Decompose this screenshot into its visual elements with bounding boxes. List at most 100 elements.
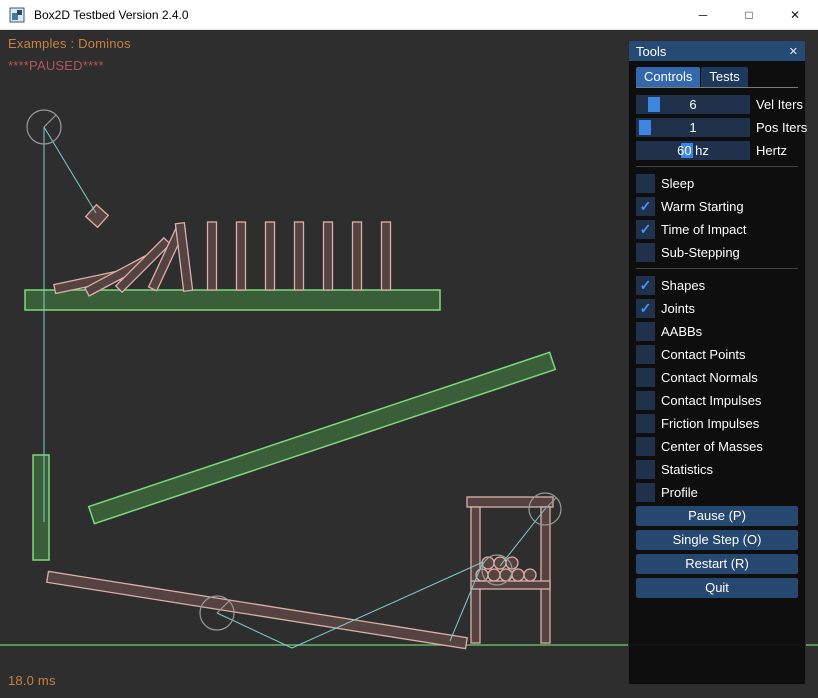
ball [500, 569, 512, 581]
restart-button[interactable]: Restart (R) [636, 554, 798, 574]
checkbox-sub-stepping[interactable]: ✓ Sub-Stepping [636, 243, 798, 262]
tab-controls[interactable]: Controls [636, 67, 700, 87]
slider-row-hertz: 60 hz Hertz [636, 141, 798, 160]
checkbox-box[interactable]: ✓ [636, 299, 655, 318]
domino [324, 222, 333, 290]
checkbox-box[interactable]: ✓ [636, 345, 655, 364]
check-icon: ✓ [640, 299, 652, 318]
checkbox-shapes[interactable]: ✓ Shapes [636, 276, 798, 295]
window-title: Box2D Testbed Version 2.4.0 [34, 8, 189, 22]
checkbox-box[interactable]: ✓ [636, 391, 655, 410]
checkbox-label: Warm Starting [661, 199, 744, 214]
checkbox-label: AABBs [661, 324, 702, 339]
vertical-post [33, 455, 49, 560]
checkbox-contact-points[interactable]: ✓ Contact Points [636, 345, 798, 364]
checkbox-label: Joints [661, 301, 695, 316]
checkbox-box[interactable]: ✓ [636, 174, 655, 193]
single-step-button[interactable]: Single Step (O) [636, 530, 798, 550]
quit-button[interactable]: Quit [636, 578, 798, 598]
frame-top-bar [467, 497, 553, 507]
window-titlebar[interactable]: Box2D Testbed Version 2.4.0 ─ □ ✕ [0, 0, 818, 30]
ball [488, 569, 500, 581]
checkbox-box[interactable]: ✓ [636, 368, 655, 387]
checkbox-label: Profile [661, 485, 698, 500]
app-icon [9, 7, 25, 23]
tools-panel: Tools ✕ Controls Tests 6 Vel Iters 1 [628, 40, 806, 685]
checkbox-joints[interactable]: ✓ Joints [636, 299, 798, 318]
bottom-plank [47, 571, 468, 648]
check-icon: ✓ [640, 276, 652, 295]
checkbox-statistics[interactable]: ✓ Statistics [636, 460, 798, 479]
checkbox-box[interactable]: ✓ [636, 483, 655, 502]
pause-button[interactable]: Pause (P) [636, 506, 798, 526]
close-button[interactable]: ✕ [772, 0, 818, 29]
checkbox-time-of-impact[interactable]: ✓ Time of Impact [636, 220, 798, 239]
frame-time-label: 18.0 ms [8, 673, 56, 688]
example-label: Examples : Dominos [8, 36, 131, 51]
domino [237, 222, 246, 290]
domino [353, 222, 362, 290]
checkbox-box[interactable]: ✓ [636, 322, 655, 341]
checkbox-label: Shapes [661, 278, 705, 293]
checkbox-label: Center of Masses [661, 439, 763, 454]
vel-iters-slider[interactable]: 6 [636, 95, 750, 114]
checkbox-box[interactable]: ✓ [636, 460, 655, 479]
checkbox-contact-normals[interactable]: ✓ Contact Normals [636, 368, 798, 387]
checkbox-profile[interactable]: ✓ Profile [636, 483, 798, 502]
ball [524, 569, 536, 581]
checkbox-sleep[interactable]: ✓ Sleep [636, 174, 798, 193]
slider-value: 60 hz [636, 141, 750, 160]
pendulum-block [86, 205, 109, 228]
checkbox-aabbs[interactable]: ✓ AABBs [636, 322, 798, 341]
checkbox-contact-impulses[interactable]: ✓ Contact Impulses [636, 391, 798, 410]
tools-panel-titlebar[interactable]: Tools ✕ [629, 41, 805, 61]
domino [266, 222, 275, 290]
tab-tests[interactable]: Tests [701, 67, 747, 87]
tools-panel-body: Controls Tests 6 Vel Iters 1 Pos Iters [629, 61, 805, 598]
ball [494, 557, 506, 569]
paused-label: ****PAUSED**** [8, 58, 104, 73]
tab-bar: Controls Tests [636, 67, 798, 88]
checkbox-box[interactable]: ✓ [636, 197, 655, 216]
simulation-canvas[interactable]: Examples : Dominos ****PAUSED**** 18.0 m… [0, 30, 818, 698]
domino [382, 222, 391, 290]
domino [208, 222, 217, 290]
checkbox-warm-starting[interactable]: ✓ Warm Starting [636, 197, 798, 216]
hertz-slider[interactable]: 60 hz [636, 141, 750, 160]
checkbox-box[interactable]: ✓ [636, 220, 655, 239]
checkbox-label: Contact Normals [661, 370, 758, 385]
domino [295, 222, 304, 290]
tools-panel-title: Tools [636, 44, 666, 59]
separator [636, 268, 798, 269]
window-controls: ─ □ ✕ [680, 0, 818, 29]
pos-iters-slider[interactable]: 1 [636, 118, 750, 137]
panel-close-icon[interactable]: ✕ [789, 45, 798, 58]
slider-row-pos-iters: 1 Pos Iters [636, 118, 798, 137]
separator [636, 166, 798, 167]
slider-value: 1 [636, 118, 750, 137]
frame-right-post [541, 507, 550, 643]
frame-shelf [471, 581, 550, 589]
slider-label: Vel Iters [756, 97, 803, 112]
checkbox-label: Statistics [661, 462, 713, 477]
checkbox-box[interactable]: ✓ [636, 276, 655, 295]
sleeping-circles [27, 110, 561, 630]
minimize-button[interactable]: ─ [680, 0, 726, 29]
checkbox-label: Contact Impulses [661, 393, 761, 408]
checkbox-label: Friction Impulses [661, 416, 759, 431]
slider-label: Hertz [756, 143, 787, 158]
checkbox-label: Sleep [661, 176, 694, 191]
slider-value: 6 [636, 95, 750, 114]
checkbox-label: Sub-Stepping [661, 245, 740, 260]
checkbox-box[interactable]: ✓ [636, 243, 655, 262]
check-icon: ✓ [640, 220, 652, 239]
maximize-button[interactable]: □ [726, 0, 772, 29]
slider-row-vel-iters: 6 Vel Iters [636, 95, 798, 114]
check-icon: ✓ [640, 197, 652, 216]
checkbox-box[interactable]: ✓ [636, 414, 655, 433]
checkbox-label: Time of Impact [661, 222, 746, 237]
checkbox-friction-impulses[interactable]: ✓ Friction Impulses [636, 414, 798, 433]
checkbox-box[interactable]: ✓ [636, 437, 655, 456]
domino [175, 223, 192, 292]
checkbox-center-of-masses[interactable]: ✓ Center of Masses [636, 437, 798, 456]
